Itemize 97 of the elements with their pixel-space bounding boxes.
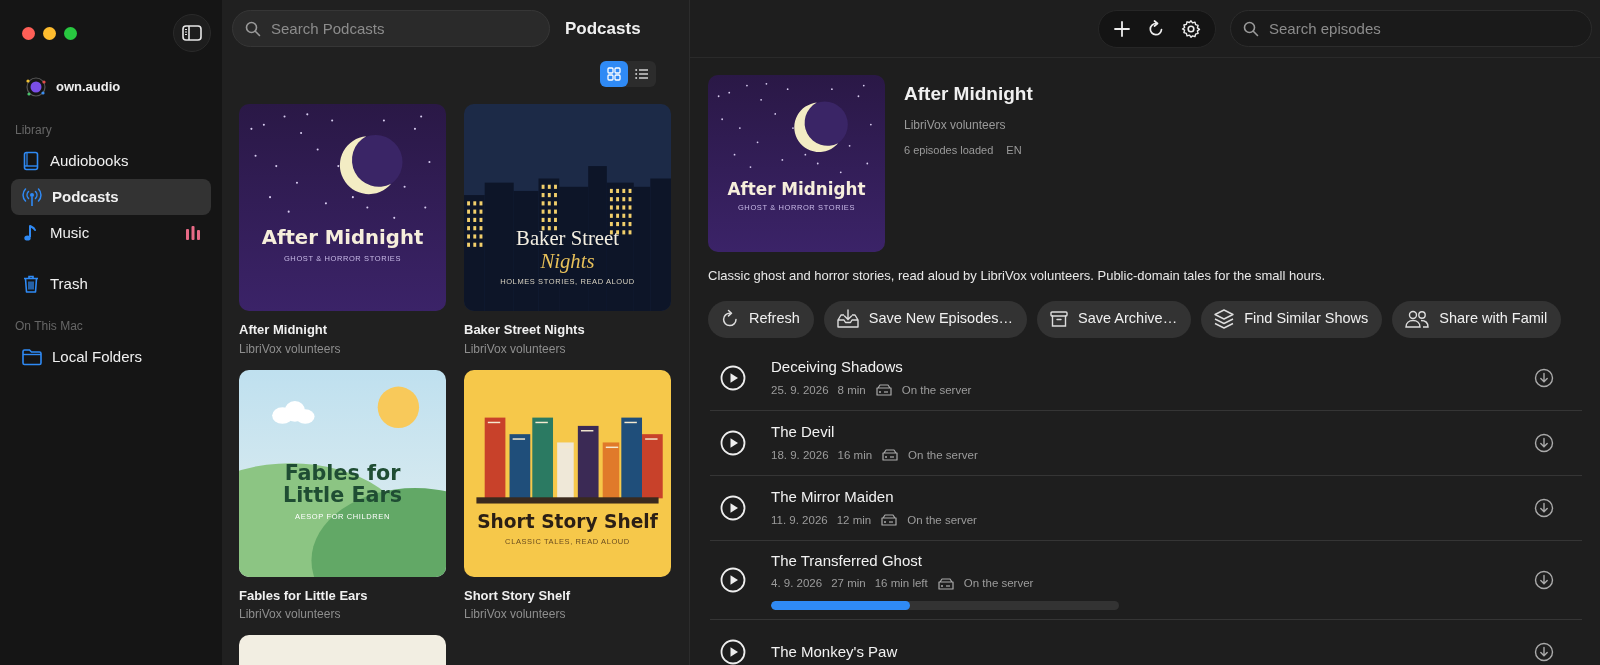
action-button[interactable]: Share with Famil	[1392, 300, 1562, 338]
window-control-button[interactable]	[64, 26, 77, 40]
sidebar-item[interactable]: Audiobooks	[11, 143, 211, 179]
episode-title: The Transferred Ghost	[771, 550, 923, 571]
episode-meta: 12 min	[836, 512, 872, 528]
search-icon	[1243, 21, 1259, 37]
folder-icon	[21, 347, 43, 367]
show-meta: EN	[1006, 142, 1022, 158]
podcast-title: After Midnight	[239, 321, 329, 339]
people-icon	[1404, 309, 1431, 329]
play-icon	[720, 494, 746, 521]
sidebar-item[interactable]: Podcasts	[11, 179, 211, 215]
window-control-button[interactable]	[22, 26, 35, 40]
cover-title: After Midnight	[726, 181, 867, 199]
action-button[interactable]: Save New Episodes…	[823, 300, 1028, 338]
search-icon	[245, 21, 261, 37]
episode-title: The Monkey's Paw	[771, 642, 899, 662]
cover-title: Nights	[539, 250, 596, 273]
show-title: After Midnight	[904, 82, 1033, 106]
action-button[interactable]: Find Similar Shows	[1201, 300, 1383, 338]
podcast-author: LibriVox volunteers	[239, 340, 342, 358]
show-meta: 6 episodes loaded	[904, 142, 994, 158]
sidebar-item[interactable]: Music	[11, 215, 211, 251]
episode-meta: 8 min	[837, 382, 866, 398]
episode-meta: 16 min	[837, 447, 873, 463]
play-icon	[720, 429, 746, 456]
server-icon	[880, 513, 899, 528]
episode-meta: 27 min	[831, 576, 866, 591]
sidebar-item[interactable]: Trash	[11, 266, 211, 302]
sidebar-toggle-button[interactable]	[173, 14, 211, 52]
search-field[interactable]: Search Podcasts	[232, 10, 550, 47]
logo-icon	[24, 75, 48, 99]
download-icon	[1534, 497, 1554, 518]
add-icon	[1113, 19, 1131, 38]
broadcast-icon	[21, 187, 43, 207]
play-button[interactable]	[720, 566, 746, 593]
show-description: Classic ghost and horror stories, read aloud by LibriVox volunteers. Public-domain tales for the small hours.	[707, 267, 1327, 285]
server-icon	[881, 448, 900, 463]
play-icon	[720, 639, 746, 665]
sidebar-item[interactable]: Local Folders	[11, 339, 211, 375]
tray-download-icon	[835, 309, 860, 329]
section-title: Podcasts	[565, 17, 641, 40]
podcast-title: Fables for Little Ears	[239, 586, 369, 605]
download-icon	[1534, 432, 1554, 453]
section-label: Library	[14, 122, 53, 139]
stacked-layers-icon	[1213, 308, 1236, 330]
list-icon	[635, 68, 649, 80]
show-author: LibriVox volunteers	[904, 116, 1007, 134]
settings-icon	[1181, 18, 1201, 39]
view-mode-button[interactable]	[600, 61, 628, 87]
episode-title: The Mirror Maiden	[771, 487, 895, 508]
episode-meta: 4. 9. 2026	[771, 576, 823, 591]
cover-title: Little Ears	[282, 485, 403, 507]
play-button[interactable]	[720, 364, 746, 391]
search-field[interactable]: Search episodes	[1230, 10, 1592, 47]
episode-status: On the server	[907, 512, 977, 528]
cover-title: Fables for	[283, 462, 402, 485]
episode-meta: 25. 9. 2026	[771, 382, 829, 398]
episode-status: On the server	[901, 382, 972, 398]
book-icon	[21, 151, 41, 171]
play-button[interactable]	[720, 639, 746, 665]
episode-status: On the server	[963, 576, 1034, 591]
play-icon	[720, 364, 746, 391]
server-icon	[874, 383, 893, 398]
download-icon	[1534, 569, 1554, 590]
episode-meta: 11. 9. 2026	[771, 512, 828, 528]
podcast-author: LibriVox volunteers	[464, 340, 567, 358]
action-button[interactable]: Save Archive…	[1037, 300, 1192, 338]
server-icon	[936, 576, 955, 591]
cover-title: Short Story Shelf	[476, 512, 659, 532]
grid-icon	[607, 67, 621, 81]
archive-box-icon	[1049, 309, 1070, 329]
podcast-author: LibriVox volunteers	[464, 606, 567, 623]
refresh-icon	[1147, 19, 1165, 38]
sidebar-icon	[182, 25, 202, 41]
play-button[interactable]	[720, 494, 746, 521]
episode-title: The Devil	[771, 422, 836, 443]
view-toggle[interactable]	[600, 61, 656, 87]
podcast-title: Baker Street Nights	[464, 321, 586, 339]
refresh-icon	[720, 309, 740, 329]
episode-status: On the server	[908, 447, 978, 463]
section-label: On This Mac	[14, 318, 84, 335]
episode-title: Deceiving Shadows	[771, 357, 904, 378]
download-icon	[1534, 367, 1554, 388]
cover-title: After Midnight	[260, 228, 425, 249]
action-button[interactable]: Refresh	[708, 300, 814, 338]
podcast-author: LibriVox volunteers	[239, 606, 342, 623]
cover-title: Baker Street	[515, 228, 620, 250]
episode-meta: 18. 9. 2026	[771, 447, 829, 463]
window-control-button[interactable]	[43, 26, 56, 40]
play-icon	[720, 566, 746, 593]
trash-icon	[21, 274, 41, 294]
episode-meta: 16 min left	[874, 576, 928, 591]
podcast-title: Short Story Shelf	[464, 586, 572, 605]
app-name: own.audio	[56, 78, 121, 97]
download-icon	[1534, 642, 1554, 663]
play-button[interactable]	[720, 429, 746, 456]
